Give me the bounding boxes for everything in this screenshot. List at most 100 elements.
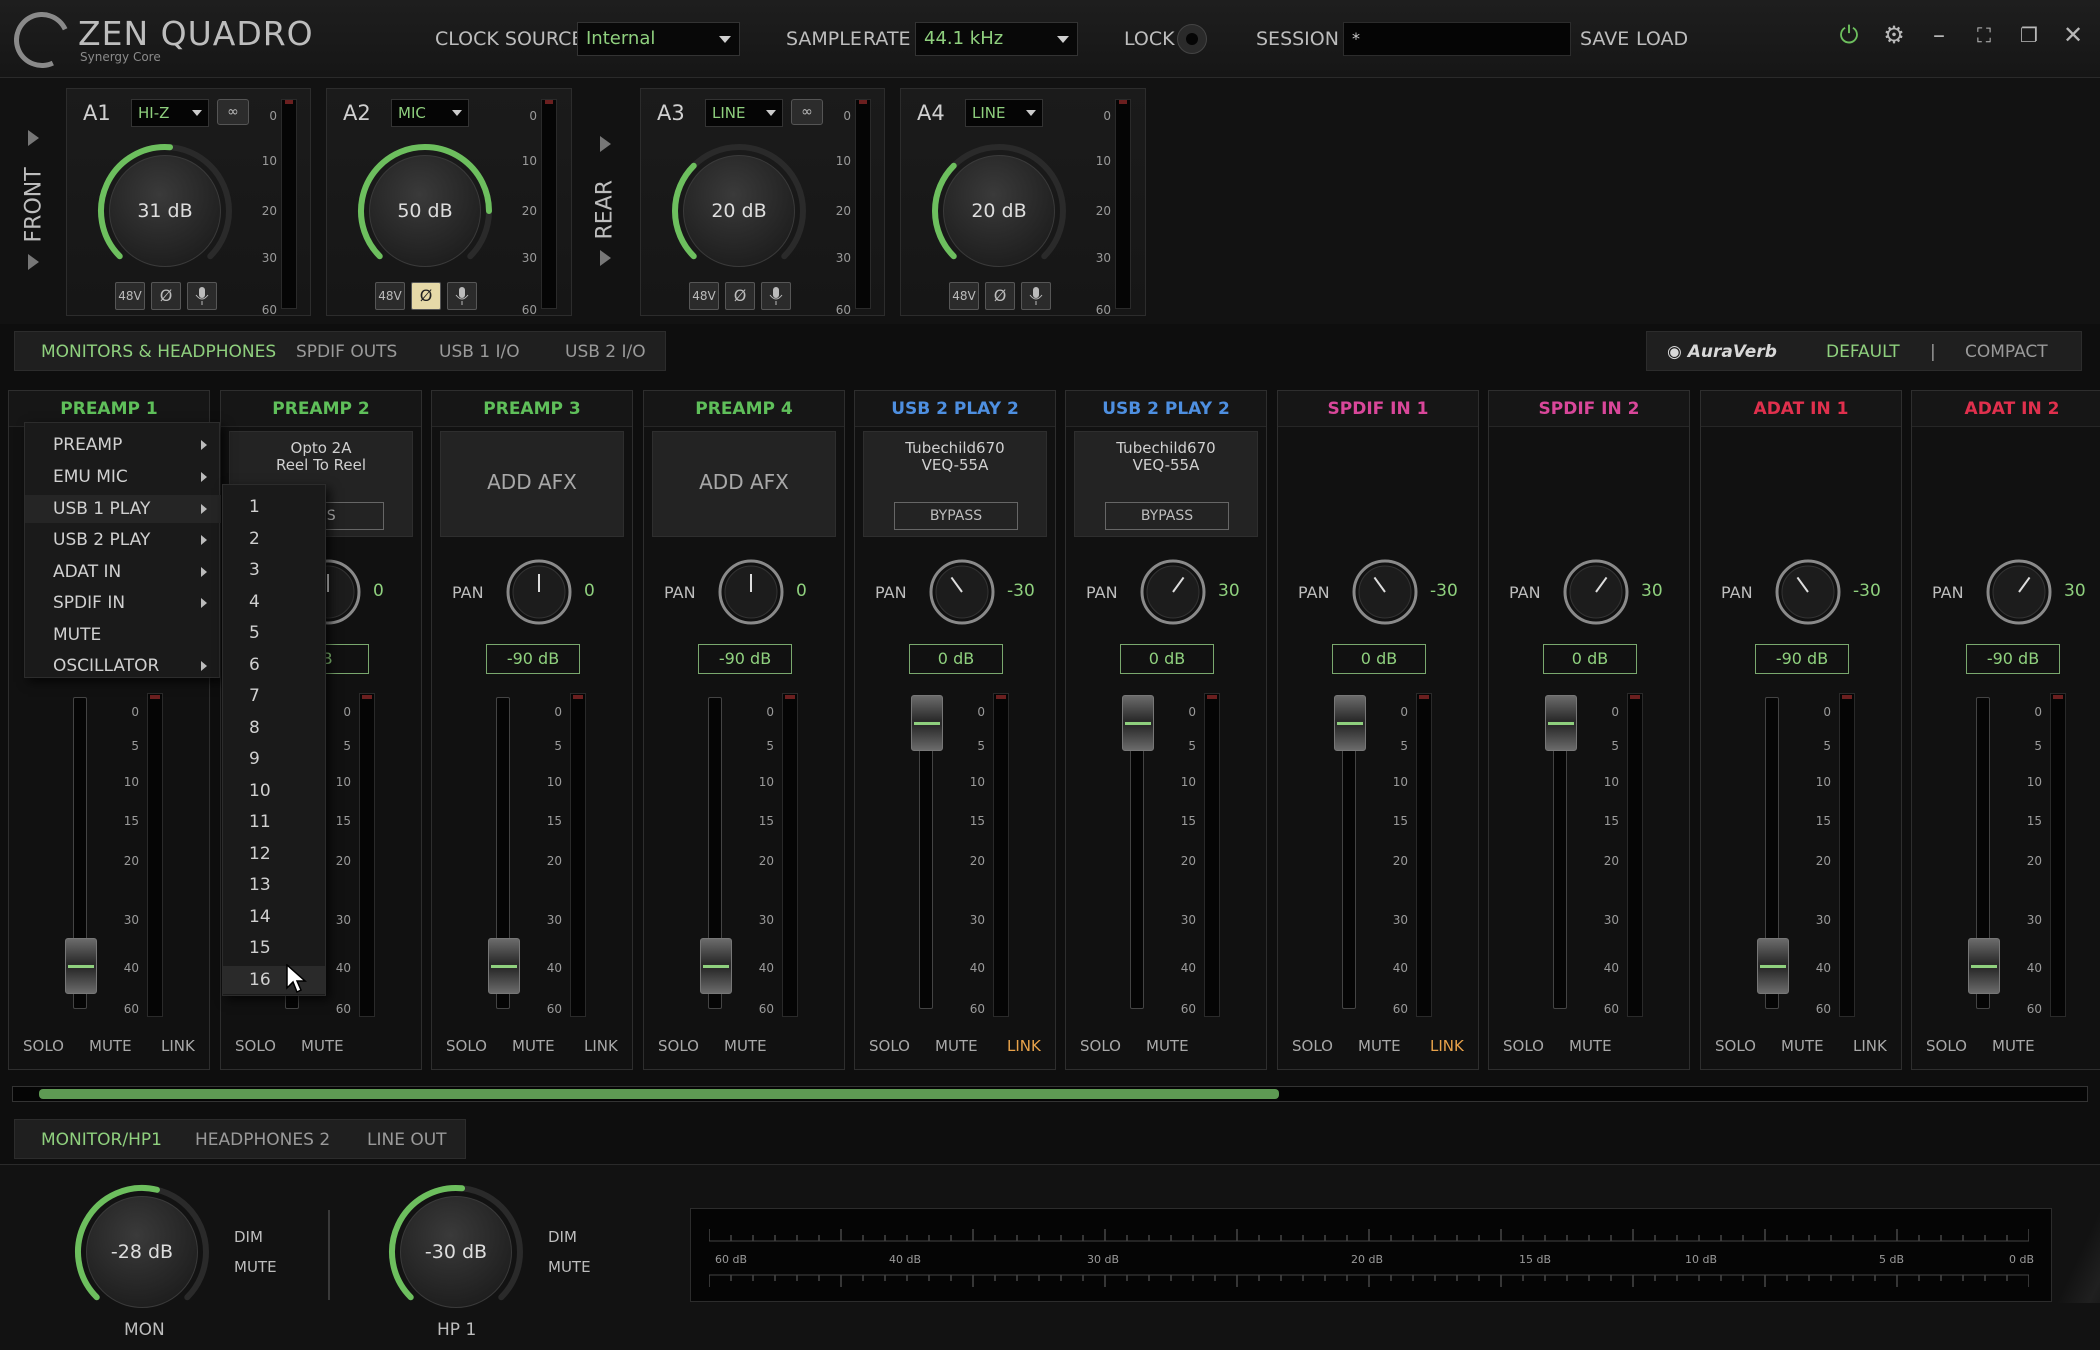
submenu-item[interactable]: 16 [223, 965, 325, 994]
clock-source-dropdown[interactable]: Internal [577, 22, 740, 56]
power-icon[interactable]: ⏻ [1830, 16, 1868, 54]
submenu-item[interactable]: 8 [249, 714, 260, 742]
afx-slot[interactable]: ADD AFX [652, 431, 836, 537]
load-button[interactable]: LOAD [1636, 28, 1688, 50]
gain-knob[interactable]: 31 dB [95, 141, 235, 281]
link-button[interactable]: LINK [161, 1037, 195, 1055]
input-type-dropdown[interactable]: HI-Z [131, 99, 209, 127]
minimize-icon[interactable]: – [1920, 16, 1958, 54]
mon-mute-button[interactable]: MUTE [234, 1258, 277, 1276]
submenu-item[interactable]: 3 [249, 556, 260, 584]
session-field[interactable]: * [1343, 22, 1571, 56]
submenu-item[interactable]: 12 [249, 840, 271, 868]
pan-knob[interactable] [716, 557, 786, 627]
menu-item[interactable]: OSCILLATOR [53, 652, 159, 680]
fader-value[interactable]: 0 dB [1332, 644, 1426, 674]
default-view-button[interactable]: DEFAULT [1826, 342, 1900, 362]
fader-handle[interactable] [1545, 695, 1577, 751]
tab-headphones-2[interactable]: HEADPHONES 2 [195, 1130, 330, 1150]
gain-knob[interactable]: 20 dB [929, 141, 1069, 281]
input-type-dropdown[interactable]: LINE [965, 99, 1043, 127]
phase-invert-button[interactable]: Ø [725, 282, 755, 310]
close-icon[interactable]: ✕ [2054, 16, 2092, 54]
expand-arrow-icon[interactable] [600, 136, 611, 152]
mic-icon[interactable] [761, 282, 791, 310]
strip-title[interactable]: USB 2 PLAY 2 [855, 391, 1055, 427]
tab-line-out[interactable]: LINE OUT [367, 1130, 447, 1150]
pan-knob[interactable] [1350, 557, 1420, 627]
tab-usb2-io[interactable]: USB 2 I/O [565, 342, 646, 362]
link-icon[interactable]: ∞ [791, 99, 823, 125]
restore-icon[interactable]: ❐ [2010, 16, 2048, 54]
phase-invert-button[interactable]: Ø [985, 282, 1015, 310]
link-button[interactable]: LINK [1007, 1037, 1041, 1055]
strip-title[interactable]: SPDIF IN 1 [1278, 391, 1478, 427]
submenu-item[interactable]: 10 [249, 777, 271, 805]
fader-value[interactable]: -90 dB [1966, 644, 2060, 674]
fader-handle[interactable] [1757, 937, 1789, 994]
mute-button[interactable]: MUTE [512, 1037, 555, 1055]
strip-title[interactable]: PREAMP 2 [221, 391, 421, 427]
strip-title[interactable]: PREAMP 3 [432, 391, 632, 427]
fader-handle[interactable] [65, 937, 97, 994]
scrollbar-thumb[interactable] [39, 1089, 1279, 1099]
mic-icon[interactable] [1021, 282, 1051, 310]
pan-knob[interactable] [1984, 557, 2054, 627]
submenu-item[interactable]: 1 [249, 493, 260, 521]
bypass-button[interactable]: BYPASS [1105, 502, 1229, 530]
menu-item[interactable]: USB 2 PLAY [53, 526, 150, 554]
mute-button[interactable]: MUTE [1781, 1037, 1824, 1055]
gain-knob[interactable]: 20 dB [669, 141, 809, 281]
expand-arrow-icon[interactable] [28, 254, 39, 270]
tab-spdif-outs[interactable]: SPDIF OUTS [296, 342, 397, 362]
mute-button[interactable]: MUTE [301, 1037, 344, 1055]
horizontal-scrollbar[interactable] [12, 1086, 2088, 1102]
mon-dim-button[interactable]: DIM [234, 1228, 263, 1246]
bypass-button[interactable]: BYPASS [894, 502, 1018, 530]
strip-title[interactable]: ADAT IN 2 [1912, 391, 2100, 427]
menu-item[interactable]: USB 1 PLAY [25, 495, 221, 523]
fader-value[interactable]: 0 dB [1120, 644, 1214, 674]
solo-button[interactable]: SOLO [1503, 1037, 1544, 1055]
solo-button[interactable]: SOLO [1715, 1037, 1756, 1055]
phase-invert-button[interactable]: Ø [151, 282, 181, 310]
submenu-item[interactable]: 14 [249, 903, 271, 931]
mute-button[interactable]: MUTE [1992, 1037, 2035, 1055]
submenu-item[interactable]: 13 [249, 871, 271, 899]
fader-handle[interactable] [911, 695, 943, 751]
submenu-item[interactable]: 2 [249, 525, 260, 553]
mic-icon[interactable] [187, 282, 217, 310]
tab-monitor-hp1[interactable]: MONITOR/HP1 [41, 1130, 162, 1150]
strip-title[interactable]: USB 2 PLAY 2 [1066, 391, 1266, 427]
menu-item[interactable]: SPDIF IN [53, 589, 125, 617]
solo-button[interactable]: SOLO [23, 1037, 64, 1055]
compact-view-button[interactable]: COMPACT [1965, 342, 2048, 362]
menu-item[interactable]: EMU MIC [53, 463, 128, 491]
solo-button[interactable]: SOLO [869, 1037, 910, 1055]
mute-button[interactable]: MUTE [724, 1037, 767, 1055]
hp1-dim-button[interactable]: DIM [548, 1228, 577, 1246]
expand-arrow-icon[interactable] [600, 250, 611, 266]
pan-knob[interactable] [504, 557, 574, 627]
pan-knob[interactable] [1773, 557, 1843, 627]
menu-item[interactable]: ADAT IN [53, 558, 121, 586]
solo-button[interactable]: SOLO [658, 1037, 699, 1055]
strip-title[interactable]: PREAMP 4 [644, 391, 844, 427]
phase-invert-button[interactable]: Ø [411, 282, 441, 310]
submenu-item[interactable]: 11 [249, 808, 271, 836]
mute-button[interactable]: MUTE [1146, 1037, 1189, 1055]
gear-icon[interactable]: ⚙ [1875, 16, 1913, 54]
mic-icon[interactable] [447, 282, 477, 310]
submenu-item[interactable]: 7 [249, 682, 260, 710]
solo-button[interactable]: SOLO [1926, 1037, 1967, 1055]
mute-button[interactable]: MUTE [1569, 1037, 1612, 1055]
fader-value[interactable]: -90 dB [1755, 644, 1849, 674]
hp1-volume-knob[interactable]: -30 dB [386, 1182, 526, 1322]
fader-handle[interactable] [1968, 937, 2000, 994]
mute-button[interactable]: MUTE [935, 1037, 978, 1055]
mute-button[interactable]: MUTE [1358, 1037, 1401, 1055]
fader-handle[interactable] [488, 937, 520, 994]
fader-handle[interactable] [1122, 695, 1154, 751]
fullscreen-icon[interactable]: ⛶ [1965, 16, 2003, 54]
submenu-item[interactable]: 4 [249, 588, 260, 616]
